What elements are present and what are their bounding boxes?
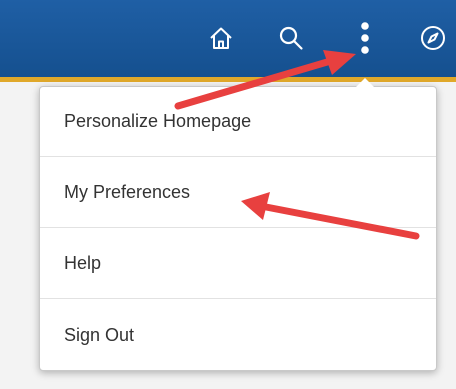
home-icon (208, 25, 234, 51)
actions-dropdown-menu: Personalize Homepage My Preferences Help… (39, 86, 437, 371)
compass-icon (419, 24, 447, 52)
menu-item-personalize-homepage[interactable]: Personalize Homepage (40, 87, 436, 157)
search-button[interactable] (271, 18, 311, 58)
home-button[interactable] (201, 18, 241, 58)
navbar-button[interactable] (413, 18, 453, 58)
vertical-ellipsis-icon (360, 21, 370, 55)
menu-item-my-preferences[interactable]: My Preferences (40, 158, 436, 228)
search-icon (278, 25, 304, 51)
menu-item-sign-out[interactable]: Sign Out (40, 300, 436, 370)
actions-menu-button[interactable] (345, 18, 385, 58)
menu-item-help[interactable]: Help (40, 229, 436, 299)
menu-caret (356, 78, 374, 87)
